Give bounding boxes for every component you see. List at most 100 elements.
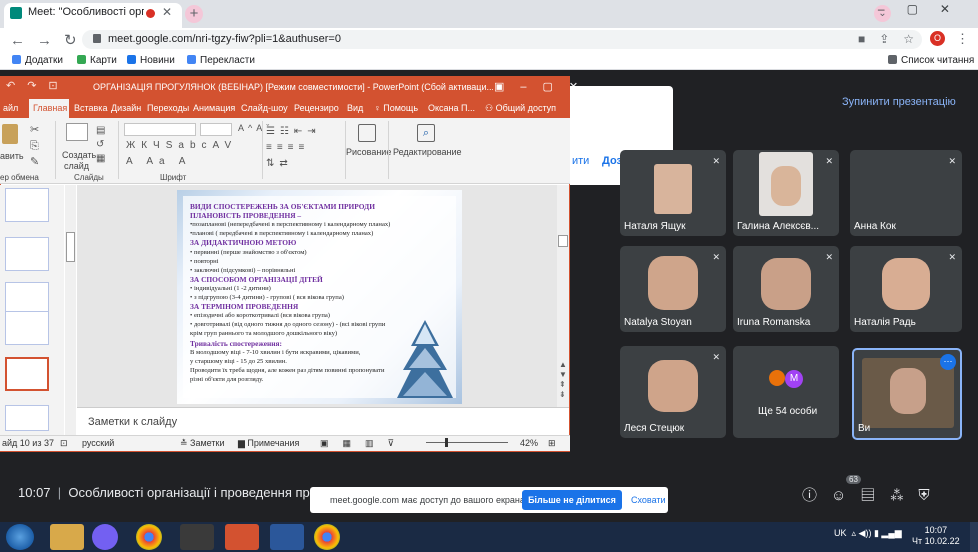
new-slide-label-2[interactable]: слайд <box>64 161 89 171</box>
popup-secondary-button[interactable]: ити <box>572 155 589 167</box>
tab-view[interactable]: Вид <box>347 103 363 113</box>
self-tile[interactable]: ⋯ Ви <box>852 348 962 440</box>
bookmark-translate[interactable]: Перекласти <box>187 55 255 66</box>
slide-line: у старшому віці - 15 до 25 хвилин. <box>190 357 287 365</box>
quick-access-toolbar[interactable]: ↶↷⊡ <box>6 79 70 92</box>
slide-layout-icons[interactable]: ▤ ↺ ▦ <box>96 124 105 166</box>
slide-thumbnail[interactable] <box>5 188 49 222</box>
tab-design[interactable]: Дизайн <box>111 103 141 113</box>
paste-icon[interactable] <box>2 124 18 144</box>
thumbnails-scroll-handle[interactable] <box>66 232 75 262</box>
slide-nav-arrows[interactable]: ▲ ▼ ⇞ ⇟ <box>559 360 567 400</box>
media-taskbar-icon[interactable] <box>180 524 214 550</box>
tab-close-icon[interactable]: ✕ <box>162 5 172 19</box>
meet-side-controls[interactable]: ⓘ☺▤⁂⛨ <box>802 484 944 505</box>
system-clock[interactable]: 10:07 Чт 10.02.22 <box>912 525 960 547</box>
slide-thumbnail[interactable] <box>5 311 49 345</box>
url-text[interactable]: meet.google.com/nri-tgzy-fiw?pli=1&authu… <box>108 33 341 45</box>
news-icon <box>127 55 136 64</box>
notes-placeholder[interactable]: Заметки к слайду <box>88 416 177 428</box>
paragraph-buttons[interactable]: ☰☷⇤⇥ ≡≡≡≡ ⇅⇄ <box>266 124 321 172</box>
snowy-tree-icon <box>397 320 453 398</box>
nav-buttons[interactable]: ←→↻ <box>10 31 89 49</box>
more-participants-tile[interactable]: M Ще 54 особи <box>733 346 839 438</box>
explorer-taskbar-icon[interactable] <box>50 524 84 550</box>
participant-tile[interactable]: ✕ Анна Кок <box>850 150 962 236</box>
tab-transitions[interactable]: Переходы <box>147 103 189 113</box>
slide-thumbnail[interactable] <box>5 405 49 431</box>
self-face <box>890 368 926 414</box>
slide-heading: ЗА ТЕРМІНОМ ПРОВЕДЕННЯ <box>190 302 299 312</box>
viber-taskbar-icon[interactable] <box>92 524 118 550</box>
tab-file[interactable]: айл <box>3 103 18 113</box>
view-buttons[interactable]: ▣▦▥⊽ <box>320 438 408 449</box>
tab-animation[interactable]: Анимация <box>193 103 235 113</box>
tab-home[interactable]: Главная <box>33 103 67 113</box>
start-button[interactable] <box>6 524 34 550</box>
slide-thumbnail-selected[interactable] <box>5 357 49 391</box>
slide-scroll-handle[interactable] <box>558 235 568 247</box>
notes-icon: ≛ <box>180 438 191 448</box>
comments-toggle[interactable]: ▆ Примечания <box>238 438 299 449</box>
new-slide-icon[interactable] <box>66 123 88 141</box>
participant-tile[interactable]: ✕ Наталя Ящук <box>620 150 726 236</box>
word-taskbar-icon[interactable] <box>270 524 304 550</box>
language-indicator[interactable]: русский <box>82 438 114 448</box>
tab-slideshow[interactable]: Слайд-шоу <box>241 103 288 113</box>
participant-tile[interactable]: ✕ Галина Алексєв... <box>733 150 839 236</box>
reading-list-label: Список читання <box>901 55 975 66</box>
language-indicator[interactable]: UK <box>834 528 847 538</box>
more-options-icon[interactable]: ⋯ <box>940 354 956 370</box>
zoom-level[interactable]: 42% <box>520 438 538 448</box>
editing-label[interactable]: Редактирование <box>393 147 462 157</box>
ppt-window-controls[interactable]: ▣–▢✕ <box>494 80 594 93</box>
participant-tile[interactable]: ✕ Iruna Romanska <box>733 246 839 332</box>
participant-tile[interactable]: ✕ Леся Стецюк <box>620 346 726 438</box>
bookmark-apps[interactable]: Додатки <box>12 55 63 66</box>
stop-presenting-button[interactable]: Зупинити презентацію <box>842 96 956 108</box>
show-desktop-button[interactable] <box>970 522 978 552</box>
thumbnails-scrollbar[interactable] <box>65 185 76 435</box>
slide-thumbnail[interactable] <box>5 237 49 271</box>
stop-sharing-button[interactable]: Більше не ділитися <box>522 490 622 510</box>
reading-list[interactable]: Список читання <box>888 55 974 66</box>
drawing-label[interactable]: Рисование <box>346 147 391 157</box>
zoom-slider-thumb[interactable] <box>445 438 448 447</box>
find-icon[interactable]: ⌕ <box>417 124 435 142</box>
clipboard-tools[interactable]: ✂ ⎘ ✎ <box>30 122 39 170</box>
fit-slide-icon[interactable]: ⊞ <box>548 438 556 449</box>
bookmark-maps[interactable]: Карти <box>77 55 117 66</box>
font-name-box[interactable] <box>124 123 196 136</box>
participant-tile[interactable]: ✕ Natalya Stoyan <box>620 246 726 332</box>
hide-share-bar-button[interactable]: Сховати <box>631 495 666 505</box>
system-tray[interactable]: UK ▵ ◀)) ▮ ▂▄▆ <box>834 528 902 539</box>
notes-toggle[interactable]: ≛ Заметки <box>180 438 224 449</box>
account-name[interactable]: Оксана П... <box>428 103 475 113</box>
menu-dots-icon[interactable]: ⋮ <box>956 31 969 47</box>
font-size-box[interactable] <box>200 123 232 136</box>
powerpoint-taskbar-icon[interactable] <box>225 524 259 550</box>
window-controls[interactable]: –▢✕ <box>878 2 972 16</box>
paste-label[interactable]: авить <box>0 151 24 161</box>
new-tab-button[interactable]: + <box>185 5 203 23</box>
chrome-taskbar-icon-2[interactable] <box>314 524 340 550</box>
zoom-slider-track[interactable] <box>426 442 508 443</box>
chrome-taskbar-icon[interactable] <box>136 524 162 550</box>
help-tell-me[interactable]: ♀ Помощь <box>374 103 418 113</box>
bookmark-news[interactable]: Новини <box>127 55 175 66</box>
new-slide-label[interactable]: Создать <box>62 150 96 160</box>
shapes-icon[interactable] <box>358 124 376 142</box>
lock-icon[interactable] <box>93 34 101 43</box>
font-format-buttons[interactable]: ЖКЧSabcAV <box>126 140 237 151</box>
tab-insert[interactable]: Вставка <box>74 103 107 113</box>
font-color-buttons[interactable]: A Aa A <box>126 156 191 167</box>
share-button[interactable]: ⚇ Общий доступ <box>485 103 556 114</box>
tab-review[interactable]: Рецензиро <box>294 103 339 113</box>
mic-off-icon: ✕ <box>712 156 720 166</box>
tray-icons[interactable]: ▵ ◀)) ▮ ▂▄▆ <box>847 528 902 538</box>
spellcheck-icon[interactable]: ⊡ <box>60 438 68 449</box>
participant-tile[interactable]: ✕ Наталія Радь <box>850 246 962 332</box>
camera-share-star-icons[interactable]: ■⇪☆ <box>858 32 928 46</box>
bookmark-label: Додатки <box>25 55 63 66</box>
profile-avatar[interactable]: O <box>930 31 945 46</box>
